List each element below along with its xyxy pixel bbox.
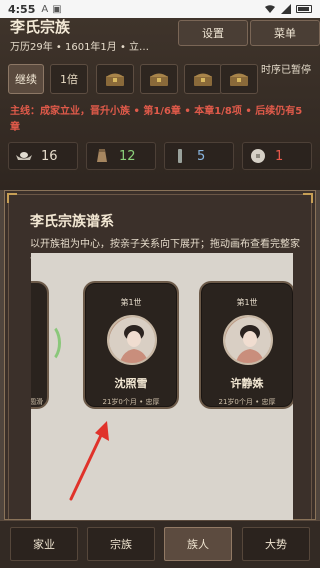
chest-button-4[interactable] <box>220 64 258 94</box>
member-meta: 圆滑 <box>31 398 43 406</box>
member-card-partial[interactable]: 圆滑 <box>31 281 61 409</box>
bottom-tab-bar: 家业 宗族 族人 大势 <box>0 520 320 568</box>
grain-sack-icon <box>93 149 111 163</box>
battery-icon <box>296 5 312 13</box>
portrait-ring <box>35 323 61 363</box>
pause-status: 时序已暂停 <box>261 65 311 76</box>
resource-grain: 12 <box>86 142 156 170</box>
member-card[interactable]: 第1世 沈照雪 21岁0个月 • 忠厚 <box>83 281 179 409</box>
chest-icon <box>150 73 168 86</box>
app-notification-icon: A <box>41 3 49 15</box>
chest-button-3[interactable] <box>184 64 222 94</box>
main-quest-text: 主线：成家立业，晋升小族 • 第1/6章 • 本章1/8项 • 后续仍有5章 <box>10 106 303 133</box>
silver-ingot-icon <box>15 149 33 163</box>
chest-button-2[interactable] <box>140 64 178 94</box>
resource-silver: 16 <box>8 142 78 170</box>
member-name: 许静姝 <box>230 377 264 390</box>
resource-row: 16 12 5 1 <box>8 142 314 170</box>
coin-value: 1 <box>275 148 284 164</box>
silver-value: 16 <box>41 148 58 164</box>
resource-coin: 1 <box>242 142 312 170</box>
menu-button[interactable]: 菜单 <box>250 20 320 46</box>
jade-value: 5 <box>197 148 206 164</box>
status-left-icons: A ▣ <box>41 4 61 15</box>
screenshot-notification-icon: ▣ <box>52 3 62 15</box>
tab-clan[interactable]: 宗族 <box>87 527 155 561</box>
tab-family-business[interactable]: 家业 <box>10 527 78 561</box>
corner-ornament <box>7 193 17 203</box>
member-meta: 21岁0个月 • 忠厚 <box>102 398 160 406</box>
pointer-arrow-icon <box>69 421 109 501</box>
tab-members[interactable]: 族人 <box>164 527 232 561</box>
member-name: 沈照雪 <box>114 377 148 390</box>
tab-world-trends[interactable]: 大势 <box>242 527 310 561</box>
continue-button[interactable]: 继续 <box>8 64 44 94</box>
date-line: 万历29年 • 1601年1月 • 立… <box>10 42 150 53</box>
member-meta: 21岁0个月 • 忠厚 <box>218 398 276 406</box>
resource-jade: 5 <box>164 142 234 170</box>
time-controls: 继续 1倍 时序已暂停 <box>8 64 314 94</box>
modal-title: 李氏宗族谱系 <box>30 214 114 230</box>
settings-button[interactable]: 设置 <box>178 20 248 46</box>
member-card[interactable]: 第1世 许静姝 21岁0个月 • 忠厚 <box>199 281 293 409</box>
member-portrait <box>223 315 273 365</box>
chest-button-1[interactable] <box>96 64 134 94</box>
jade-icon <box>171 149 189 163</box>
clan-header-panel: 李氏宗族 万历29年 • 1601年1月 • 立… 设置 菜单 继续 1倍 时序… <box>0 18 320 190</box>
member-generation: 第1世 <box>120 298 142 307</box>
member-generation: 第1世 <box>236 298 258 307</box>
chest-icon <box>194 73 212 86</box>
genealogy-modal: 李氏宗族谱系 以开族祖为中心，按亲子关系向下展开；拖动画布查看完整家谱，点卡片查… <box>4 190 316 523</box>
status-right-icons <box>264 4 312 14</box>
member-portrait <box>107 315 157 365</box>
family-tree-canvas[interactable]: 圆滑 第1世 沈照雪 21岁0个月 • 忠厚 第1世 许静姝 21岁0个月 • … <box>31 253 293 523</box>
wifi-icon <box>265 5 275 13</box>
speed-button[interactable]: 1倍 <box>50 64 88 94</box>
chest-icon <box>230 73 248 86</box>
chest-icon <box>106 73 124 86</box>
corner-ornament <box>303 193 313 203</box>
coin-icon <box>249 149 267 163</box>
status-time: 4:55 <box>8 2 36 16</box>
clan-name: 李氏宗族 <box>10 18 71 36</box>
grain-value: 12 <box>119 148 136 164</box>
signal-icon <box>281 4 291 14</box>
